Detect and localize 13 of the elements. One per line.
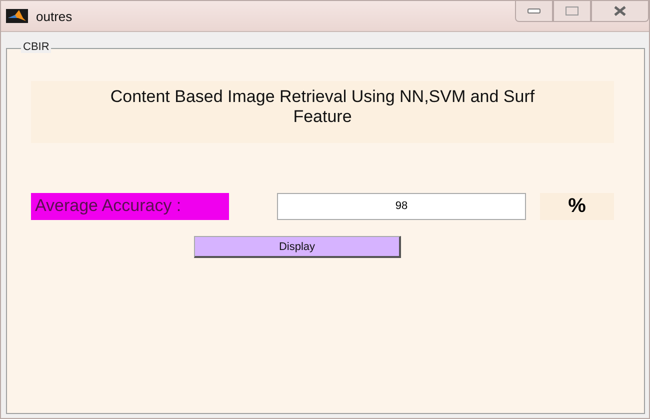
minimize-button[interactable] <box>515 1 553 22</box>
panel-title: CBIR <box>21 41 52 53</box>
window-title: outres <box>36 8 74 24</box>
percent-label: % <box>540 193 614 220</box>
accuracy-label: Average Accuracy : <box>31 193 229 220</box>
accuracy-field[interactable]: 98 <box>277 193 526 220</box>
maximize-icon <box>565 6 579 16</box>
close-icon <box>612 5 628 17</box>
close-button[interactable] <box>591 1 649 22</box>
heading: Content Based Image Retrieval Using NN,SVM and Surf Feature <box>31 81 614 143</box>
minimize-icon <box>527 8 541 14</box>
display-button[interactable]: Display <box>194 236 401 258</box>
app-logo-icon <box>6 9 28 23</box>
